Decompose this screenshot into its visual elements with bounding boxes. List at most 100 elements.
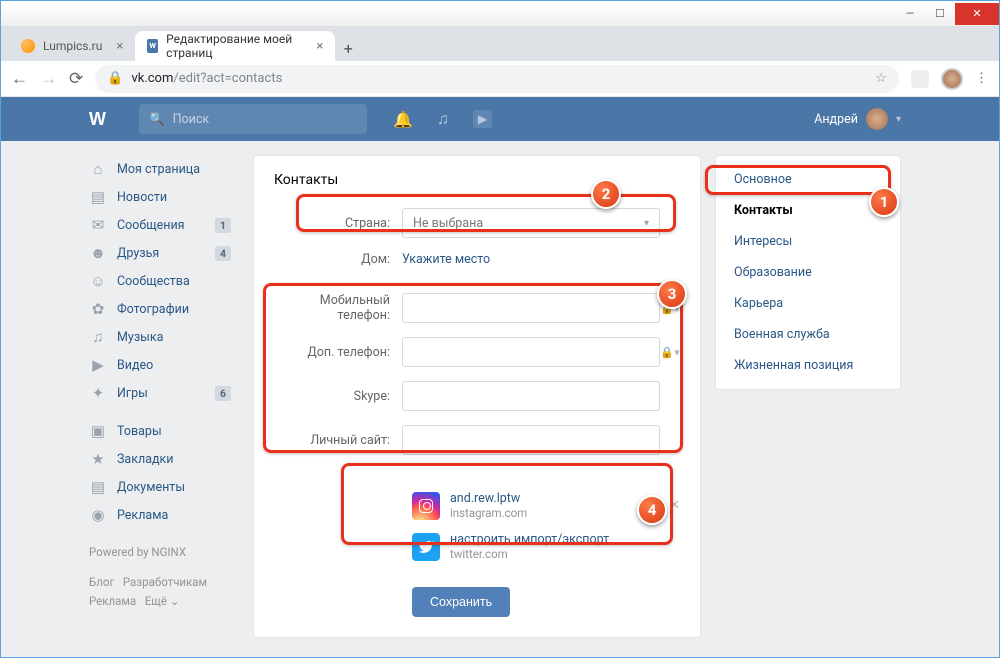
site-input[interactable] (402, 425, 660, 455)
nav-news[interactable]: ▤Новости (89, 183, 239, 211)
vk-header: W 🔍 Поиск 🔔 ♫ ▶ Андрей ▾ (1, 97, 999, 141)
bookmarks-icon: ★ (89, 450, 107, 468)
communities-icon: ☺ (89, 272, 107, 290)
badge: 1 (215, 218, 231, 233)
twitter-domain: twitter.com (450, 547, 609, 561)
twitter-name[interactable]: настроить импорт/экспорт (450, 532, 609, 547)
nav-market[interactable]: ▣Товары (89, 417, 239, 445)
country-select[interactable]: Не выбрана ▾ (402, 208, 660, 238)
window-titlebar: — ☐ ✕ (1, 1, 999, 27)
rn-main[interactable]: Основное (716, 164, 900, 195)
tab-title: Редактирование моей страниц (166, 32, 302, 60)
video-icon: ▶ (89, 356, 107, 374)
nav-games[interactable]: ✦Игры6 (89, 379, 239, 407)
search-icon: 🔍 (149, 112, 165, 127)
window-close[interactable]: ✕ (955, 3, 999, 25)
nav-documents[interactable]: ▤Документы (89, 473, 239, 501)
country-value: Не выбрана (413, 216, 483, 231)
nav-video[interactable]: ▶Видео (89, 351, 239, 379)
vk-user-menu[interactable]: Андрей ▾ (814, 108, 901, 130)
tab-title: Lumpics.ru (43, 39, 102, 53)
chevron-down-icon: ▾ (644, 218, 649, 229)
skype-label: Skype: (274, 389, 402, 404)
messages-icon: ✉ (89, 216, 107, 234)
skype-input[interactable] (402, 381, 660, 411)
footer-dev[interactable]: Разработчикам (123, 575, 207, 589)
badge: 4 (215, 246, 231, 261)
browser-extension-icon[interactable] (911, 70, 929, 88)
window-minimize[interactable]: — (895, 3, 925, 25)
window-maximize[interactable]: ☐ (925, 3, 955, 25)
nav-my-page[interactable]: ⌂Моя страница (89, 155, 239, 183)
browser-menu-icon[interactable]: ⋮ (975, 71, 989, 86)
nav-back-icon[interactable]: ← (11, 69, 28, 89)
alt-phone-input[interactable] (402, 337, 660, 367)
browser-window: — ☐ ✕ Lumpics.ru × w Редактирование моей… (0, 0, 1000, 658)
address-url: vk.com/edit?act=contacts (131, 71, 282, 86)
vk-logo[interactable]: W (89, 109, 105, 130)
footer-blog[interactable]: Блог (89, 575, 114, 589)
tab-lumpics[interactable]: Lumpics.ru × (9, 31, 135, 61)
browser-toolbar: ← → ⟳ 🔒 vk.com/edit?act=contacts ☆ ⋮ (1, 61, 999, 97)
home-label: Дом: (274, 252, 402, 267)
market-icon: ▣ (89, 422, 107, 440)
rn-military[interactable]: Военная служба (716, 319, 900, 350)
rn-interests[interactable]: Интересы (716, 226, 900, 257)
nav-communities[interactable]: ☺Сообщества (89, 267, 239, 295)
lock-icon: 🔒 (107, 71, 123, 86)
address-bar[interactable]: 🔒 vk.com/edit?act=contacts ☆ (95, 65, 899, 93)
bookmark-star-icon[interactable]: ☆ (875, 71, 887, 86)
left-nav-footer: Powered by NGINX Блог Разработчикам Рекл… (89, 543, 239, 612)
nav-music[interactable]: ♫Музыка (89, 323, 239, 351)
twitter-icon (412, 533, 440, 561)
privacy-lock-icon[interactable]: 🔒▾ (660, 346, 680, 359)
footer-more[interactable]: Ещё ⌄ (145, 594, 180, 608)
nav-photos[interactable]: ✿Фотографии (89, 295, 239, 323)
tab-vk-edit[interactable]: w Редактирование моей страниц × (135, 31, 335, 61)
nav-ads[interactable]: ◉Реклама (89, 501, 239, 529)
rn-education[interactable]: Образование (716, 257, 900, 288)
country-label: Страна: (274, 216, 402, 231)
vk-search[interactable]: 🔍 Поиск (139, 104, 367, 134)
save-button[interactable]: Сохранить (412, 587, 510, 617)
rn-contacts[interactable]: Контакты (716, 195, 900, 226)
documents-icon: ▤ (89, 478, 107, 496)
home-value[interactable]: Укажите место (402, 252, 490, 267)
music-icon[interactable]: ♫ (437, 109, 449, 129)
footer-ads[interactable]: Реклама (89, 594, 136, 608)
social-accounts: and.rew.lptw instagram.com ⚙ ✕ (412, 485, 680, 567)
favicon-lumpics (21, 39, 35, 53)
panel-title: Контакты (254, 156, 700, 204)
tab-close-icon[interactable]: × (116, 39, 123, 54)
nav-reload-icon[interactable]: ⟳ (69, 69, 83, 89)
rn-career[interactable]: Карьера (716, 288, 900, 319)
photos-icon: ✿ (89, 300, 107, 318)
home-icon: ⌂ (89, 160, 107, 178)
main-panel: Контакты Страна: Не выбрана ▾ Дом: Укажи… (253, 155, 701, 638)
notifications-icon[interactable]: 🔔 (393, 110, 413, 129)
user-name: Андрей (814, 112, 858, 127)
mobile-input[interactable] (402, 293, 660, 323)
tabstrip: Lumpics.ru × w Редактирование моей стран… (1, 27, 999, 61)
nav-friends[interactable]: ☻Друзья4 (89, 239, 239, 267)
powered-by: Powered by NGINX (89, 543, 239, 563)
page-content: W 🔍 Поиск 🔔 ♫ ▶ Андрей ▾ ⌂Моя страница ▤… (1, 97, 999, 657)
badge: 6 (215, 386, 231, 401)
right-nav: Основное Контакты Интересы Образование К… (715, 155, 901, 390)
news-icon: ▤ (89, 188, 107, 206)
instagram-icon (412, 492, 440, 520)
new-tab-button[interactable]: + (335, 35, 361, 61)
browser-profile-avatar[interactable] (941, 68, 963, 90)
tab-close-icon[interactable]: × (316, 39, 323, 54)
nav-bookmarks[interactable]: ★Закладки (89, 445, 239, 473)
play-icon[interactable]: ▶ (473, 110, 492, 128)
privacy-lock-icon[interactable]: 🔒▾ (660, 302, 680, 315)
site-label: Личный сайт: (274, 433, 402, 448)
close-icon[interactable]: ✕ (669, 498, 680, 513)
instagram-name[interactable]: and.rew.lptw (450, 491, 527, 506)
rn-life[interactable]: Жизненная позиция (716, 350, 900, 381)
gear-icon[interactable]: ⚙ (647, 498, 659, 513)
music-icon: ♫ (89, 328, 107, 346)
nav-messages[interactable]: ✉Сообщения1 (89, 211, 239, 239)
nav-forward-icon[interactable]: → (40, 69, 57, 89)
